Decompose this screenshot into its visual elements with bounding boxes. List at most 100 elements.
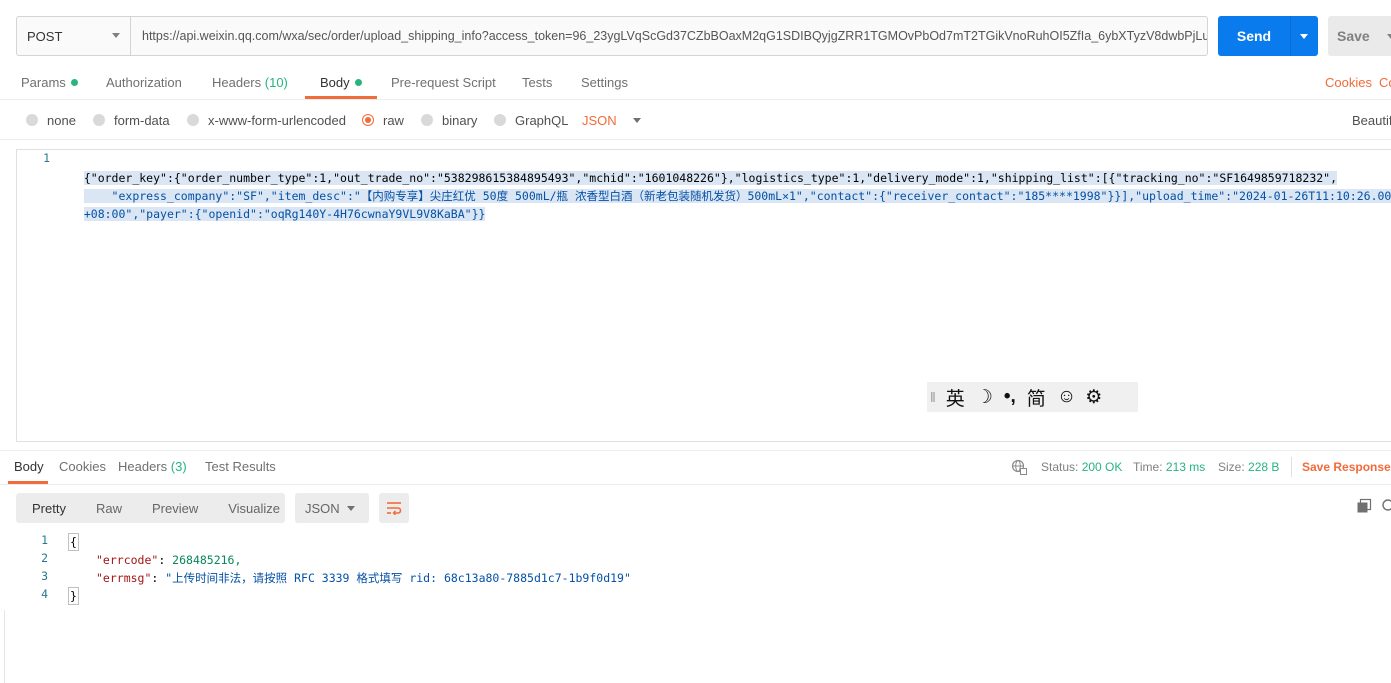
json-key: "errcode" [96,553,159,567]
radio-raw[interactable]: raw [362,111,404,129]
chevron-down-icon [347,506,355,511]
radio-raw-icon [362,114,374,126]
punctuation-icon[interactable]: •, [1004,386,1016,408]
response-format-label: JSON [305,500,340,516]
save-response-button[interactable]: Save Response [1302,460,1391,474]
response-tab-headers[interactable]: Headers (3) [118,459,187,474]
divider [0,99,1391,100]
wrap-icon [387,502,402,515]
radio-urlencoded-icon [187,114,199,126]
radio-form-data-icon [93,114,105,126]
request-body-line: +08:00","payer":{"openid":"oqRg140Y-4H76… [70,187,486,223]
radio-urlencoded-label: x-www-form-urlencoded [208,112,346,128]
response-status: Status: 200 OK [1041,460,1122,474]
tab-settings[interactable]: Settings [581,75,628,95]
send-button[interactable]: Send [1218,16,1290,56]
response-body-line: "errcode": 268485216, [96,553,242,567]
line-number: 4 [41,587,48,601]
radio-none-label: none [47,112,76,128]
radio-graphql-label: GraphQL [515,112,569,128]
radio-form-data[interactable]: form-data [93,111,170,129]
response-time: Time: 213 ms [1133,460,1205,474]
response-tab-headers-label: Headers [118,459,168,474]
view-raw-button[interactable]: Raw [80,501,136,516]
ime-drag-handle-icon[interactable]: ‖ [930,389,936,405]
view-visualize-button[interactable]: Visualize [212,501,294,516]
line-number: 1 [41,533,48,547]
ime-language-button[interactable]: 英 [946,384,965,411]
code-line-text: +08:00","payer":{"openid":"oqRg140Y-4H76… [83,207,486,221]
method-label: POST [27,28,63,44]
tab-params[interactable]: Params [21,75,78,95]
send-options-chevron-icon[interactable] [1290,16,1318,56]
tab-params-label: Params [21,75,66,90]
cookies-link[interactable]: Cookies [1325,75,1372,95]
search-icon[interactable] [1381,498,1391,514]
radio-binary[interactable]: binary [421,111,477,129]
divider [0,484,1391,485]
body-format-select[interactable]: JSON [582,111,641,129]
status-value: 200 OK [1081,460,1123,474]
tab-headers[interactable]: Headers (10) [212,75,288,95]
size-label: Size: [1218,460,1245,474]
json-value: 268485216, [172,553,242,567]
response-body-line: "errmsg": "上传时间非法，请按照 RFC 3339 格式填写 rid:… [96,571,631,585]
response-view-modes: Pretty Raw Preview Visualize [16,493,285,523]
radio-graphql[interactable]: GraphQL [494,111,568,129]
code-link[interactable]: Co [1379,75,1391,95]
response-body-line: } [68,587,79,605]
chevron-down-icon [1387,34,1391,39]
wrap-lines-button[interactable] [379,493,409,523]
radio-binary-label: binary [442,112,478,128]
gear-icon[interactable]: ⚙ [1085,386,1102,409]
view-preview-button[interactable]: Preview [136,501,212,516]
emoji-icon[interactable]: ☺ [1057,386,1076,408]
chevron-down-icon [632,117,641,123]
line-number: 1 [43,151,50,165]
globe-icon[interactable] [1011,459,1027,475]
time-label: Time: [1133,460,1163,474]
response-size: Size: 228 B [1218,460,1279,474]
radio-urlencoded[interactable]: x-www-form-urlencoded [187,111,346,129]
status-label: Status: [1041,460,1079,474]
tab-authorization[interactable]: Authorization [106,75,182,95]
tab-body[interactable]: Body [320,75,362,95]
response-headers-count: (3) [170,459,187,474]
params-indicator-dot [70,79,78,86]
response-format-select[interactable]: JSON [295,493,369,523]
method-select[interactable]: POST [16,16,130,56]
save-label: Save [1337,28,1370,44]
divider [4,610,5,683]
tab-prerequest-script[interactable]: Pre-request Script [391,75,496,95]
beautify-link[interactable]: Beautif [1352,111,1391,129]
response-tab-body[interactable]: Body [14,459,44,474]
json-value: "上传时间非法，请按照 RFC 3339 格式填写 rid: 68c13a80-… [165,571,631,585]
tab-tests[interactable]: Tests [522,75,552,95]
save-button[interactable]: Save [1328,16,1391,56]
chevron-down-icon [112,33,120,38]
view-pretty-button[interactable]: Pretty [16,501,80,516]
radio-graphql-icon [494,114,506,126]
line-number: 2 [41,551,48,565]
radio-form-data-label: form-data [114,112,170,128]
body-indicator-dot [354,79,362,86]
response-tab-cookies[interactable]: Cookies [59,459,106,474]
divider [0,139,1391,140]
radio-none-icon [26,114,38,126]
copy-icon[interactable] [1356,498,1372,514]
url-text: https://api.weixin.qq.com/wxa/sec/order/… [142,29,1208,43]
tab-headers-label: Headers [212,75,262,90]
body-format-label: JSON [582,112,617,128]
radio-raw-label: raw [383,112,404,128]
tab-body-label: Body [320,75,350,90]
size-value: 228 B [1248,460,1280,474]
url-input[interactable]: https://api.weixin.qq.com/wxa/sec/order/… [130,16,1208,56]
radio-none[interactable]: none [26,111,76,129]
line-number: 3 [41,569,48,583]
moon-icon[interactable]: ☽ [976,386,993,409]
response-body-line: { [68,533,79,551]
response-tab-test-results[interactable]: Test Results [205,459,276,474]
radio-binary-icon [421,114,433,126]
ime-simplified-button[interactable]: 简 [1027,384,1046,411]
json-key: "errmsg" [96,571,152,585]
